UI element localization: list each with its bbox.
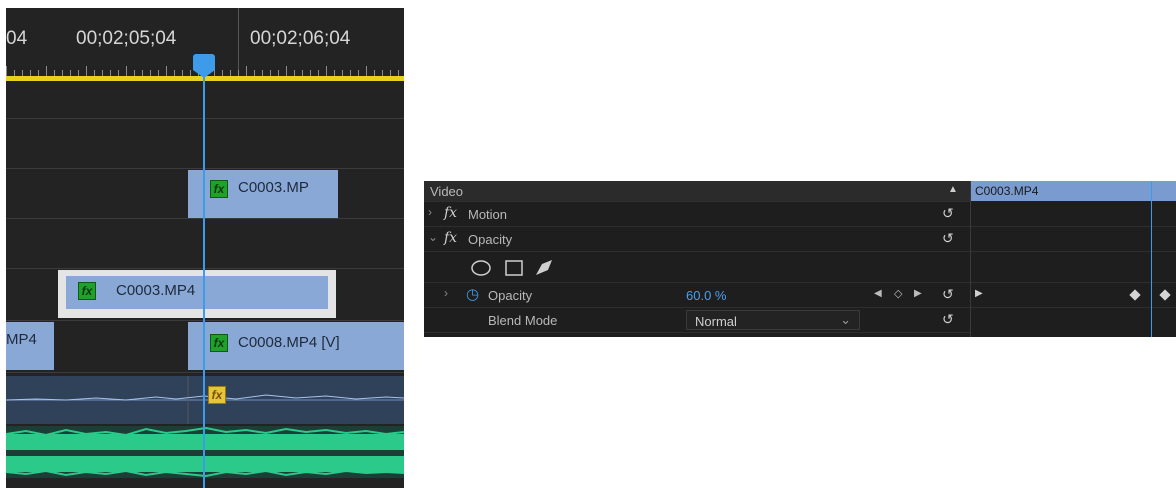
mask-tools-row xyxy=(424,252,970,283)
audio-waveform xyxy=(6,376,404,424)
effect-name: Opacity xyxy=(468,232,513,247)
track-separator xyxy=(6,372,404,373)
playhead-line[interactable] xyxy=(203,64,205,488)
timecode-label: 04 xyxy=(6,28,28,49)
effect-controls-panel[interactable]: Video ▲ › fx Motion ↺ ⌄ fx Opacity ↺ › ◷… xyxy=(424,181,1176,337)
fx-badge-icon: fx xyxy=(78,282,96,300)
next-keyframe-icon[interactable]: ▶ xyxy=(914,288,922,299)
fx-icon: fx xyxy=(444,205,458,221)
ruler-tick xyxy=(326,66,327,76)
keyframe-diamond[interactable] xyxy=(1129,289,1141,301)
reset-icon[interactable]: ↺ xyxy=(942,311,954,328)
audio-track-2[interactable] xyxy=(6,426,404,478)
selected-video-clip[interactable]: fx C0003.MP4 xyxy=(58,270,336,318)
keyframe-timeline[interactable]: C0003.MP4 ▶ xyxy=(970,181,1176,337)
ruler-tick xyxy=(366,66,367,76)
clip-label: C0008.MP4 [V] xyxy=(238,334,340,351)
clip-label: C0003.MP4 xyxy=(116,282,196,299)
section-title: Video xyxy=(430,184,464,199)
keyframe-clip-label: C0003.MP4 xyxy=(975,184,1039,198)
video-clip[interactable]: MP4 xyxy=(6,322,54,370)
chevron-right-icon[interactable]: › xyxy=(444,286,448,300)
param-label: Blend Mode xyxy=(488,313,558,328)
ruler-tick xyxy=(86,66,87,76)
video-section-header: Video ▲ xyxy=(424,181,970,202)
reset-icon[interactable]: ↺ xyxy=(942,205,954,222)
param-row-blend-mode[interactable]: Blend Mode Normal ⌄ ↺ xyxy=(424,308,970,333)
clip-label: MP4 xyxy=(6,331,37,348)
chevron-right-icon[interactable]: › xyxy=(428,205,432,219)
clip-label: C0003.MP xyxy=(238,179,309,196)
ruler-tick xyxy=(246,66,247,76)
ruler-tick xyxy=(46,66,47,76)
keyframe-diamond[interactable] xyxy=(1159,289,1171,301)
keyframe-row-sep xyxy=(971,226,1176,227)
fx-badge-icon: fx xyxy=(210,180,228,198)
track-separator xyxy=(6,218,404,219)
reset-icon[interactable]: ↺ xyxy=(942,286,954,303)
effect-name: Motion xyxy=(468,207,508,222)
audio-track-1[interactable]: fx xyxy=(6,376,404,424)
keyframe-row-sep xyxy=(971,282,1176,283)
timeline-panel[interactable]: 04 00;02;05;04 00;02;06;04 fx C0003.MP f… xyxy=(6,8,404,488)
timecode-label: 00;02;06;04 xyxy=(250,28,351,49)
fx-icon: fx xyxy=(444,230,458,246)
pen-mask-icon xyxy=(536,260,552,275)
playhead-handle-tip xyxy=(193,70,215,78)
track-separator xyxy=(6,268,404,269)
keyframe-row-sep xyxy=(971,307,1176,308)
keyframe-clip-bar[interactable]: C0003.MP4 xyxy=(971,181,1176,201)
ruler-tick xyxy=(166,66,167,76)
prev-keyframe-icon[interactable]: ◀ xyxy=(874,288,882,299)
mask-tools xyxy=(471,260,552,276)
reset-icon[interactable]: ↺ xyxy=(942,230,954,247)
video-clip[interactable]: fx C0003.MP xyxy=(188,170,338,218)
fx-badge-icon: fx xyxy=(210,334,228,352)
effect-row-motion[interactable]: › fx Motion ↺ xyxy=(424,202,970,227)
chevron-down-icon: ⌄ xyxy=(840,312,851,327)
audio-waveform xyxy=(6,426,404,478)
video-clip[interactable]: fx C0008.MP4 [V] xyxy=(188,322,404,370)
rectangle-mask-icon xyxy=(505,260,523,276)
collapse-up-icon[interactable]: ▲ xyxy=(948,184,958,195)
dropdown-value: Normal xyxy=(695,314,737,329)
param-label: Opacity xyxy=(488,288,533,303)
keyframe-arrow-icon: ▶ xyxy=(975,288,983,299)
ruler-tick xyxy=(126,66,127,76)
track-separator xyxy=(6,118,404,119)
ellipse-mask-icon xyxy=(471,260,491,276)
opacity-value[interactable]: 60.0 % xyxy=(686,288,726,303)
fx-badge-icon: fx xyxy=(208,386,226,404)
chevron-down-icon[interactable]: ⌄ xyxy=(428,230,438,244)
ruler-tick xyxy=(6,66,7,76)
track-separator xyxy=(6,168,404,169)
effect-row-opacity[interactable]: ⌄ fx Opacity ↺ xyxy=(424,227,970,252)
ruler-tick xyxy=(286,66,287,76)
add-keyframe-icon[interactable]: ◇ xyxy=(894,287,902,300)
timecode-label: 00;02;05;04 xyxy=(76,28,177,49)
playhead-handle[interactable] xyxy=(193,54,215,70)
blend-mode-dropdown[interactable]: Normal ⌄ xyxy=(686,310,860,330)
param-row-opacity[interactable]: › ◷ Opacity 60.0 % ◀ ◇ ▶ ↺ xyxy=(424,283,970,308)
keyframe-row-sep xyxy=(971,251,1176,252)
keyframe-playhead[interactable] xyxy=(1151,181,1152,337)
stopwatch-icon[interactable]: ◷ xyxy=(466,285,479,303)
track-separator xyxy=(6,320,404,321)
